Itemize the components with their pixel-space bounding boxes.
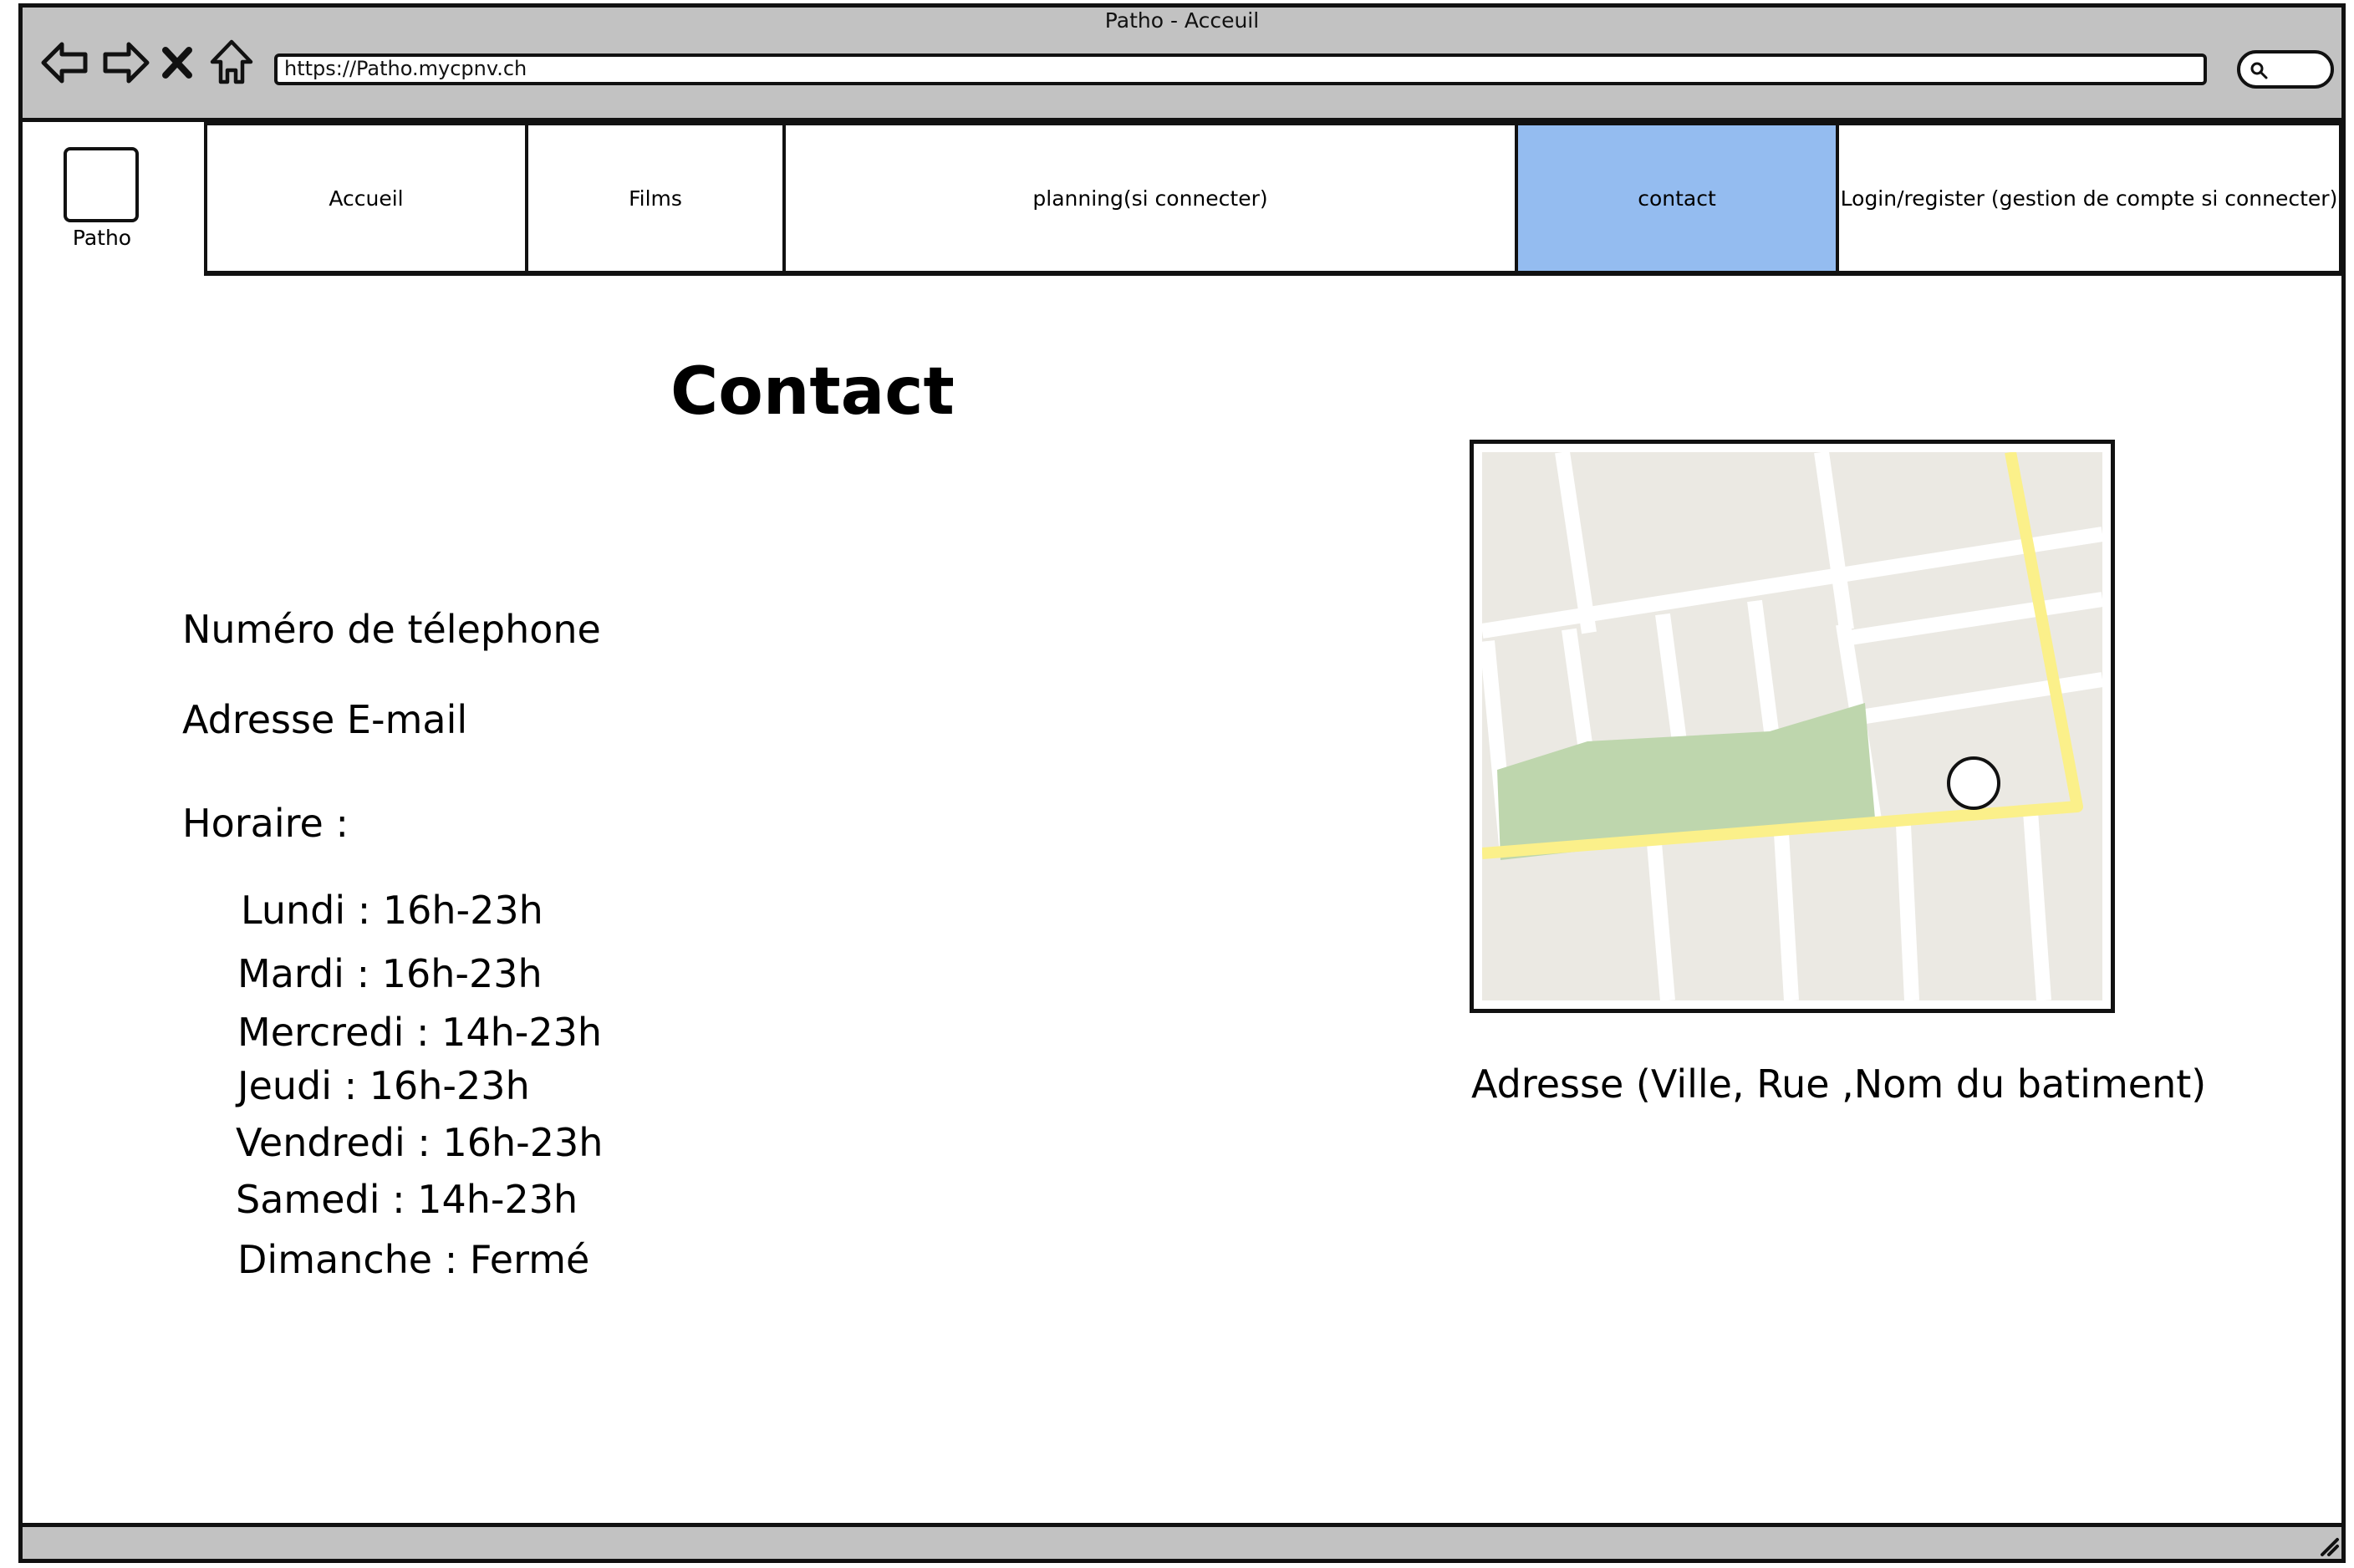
search-box[interactable]: [2237, 50, 2334, 89]
map-image: [1482, 452, 2102, 1000]
nav-item-label: contact: [1638, 186, 1716, 211]
schedule-item-lundi: Lundi : 16h-23h: [241, 888, 543, 933]
email-label: Adresse E-mail: [182, 697, 468, 742]
search-icon: [2250, 62, 2268, 79]
forward-arrow-icon[interactable]: [100, 37, 152, 89]
browser-statusbar: [18, 1523, 2346, 1563]
logo-image-placeholder[interactable]: [64, 147, 139, 222]
schedule-item-jeudi: Jeudi : 16h-23h: [237, 1063, 530, 1108]
back-arrow-icon[interactable]: [38, 37, 90, 89]
location-map[interactable]: [1470, 440, 2115, 1013]
nav-item-label: Accueil: [329, 186, 404, 211]
map-marker-icon[interactable]: [1947, 756, 2000, 810]
schedule-label: Horaire :: [182, 801, 349, 846]
schedule-item-dimanche: Dimanche : Fermé: [237, 1237, 590, 1282]
home-icon[interactable]: [206, 37, 257, 89]
schedule-item-samedi: Samedi : 14h-23h: [236, 1177, 578, 1222]
schedule-item-mercredi: Mercredi : 14h-23h: [237, 1010, 603, 1055]
nav-item-contact[interactable]: contact: [1518, 125, 1839, 271]
url-input[interactable]: https://Patho.mycpnv.ch: [274, 53, 2207, 85]
phone-label: Numéro de télephone: [182, 607, 601, 652]
nav-item-accueil[interactable]: Accueil: [207, 125, 528, 271]
main-nav: Accueil Films planning(si connecter) con…: [204, 122, 2342, 276]
logo-label: Patho: [72, 226, 132, 250]
nav-item-label: Films: [629, 186, 682, 211]
nav-item-login-register[interactable]: Login/register (gestion de compte si con…: [1839, 125, 2339, 271]
nav-item-label: planning(si connecter): [1032, 186, 1268, 211]
window-title: Patho - Acceuil: [1104, 8, 1260, 33]
resize-grip-icon[interactable]: [2317, 1535, 2341, 1558]
page-title: Contact: [670, 354, 955, 430]
nav-item-planning[interactable]: planning(si connecter): [786, 125, 1518, 271]
schedule-item-vendredi: Vendredi : 16h-23h: [236, 1120, 604, 1165]
address-label: Adresse (Ville, Rue ,Nom du batiment): [1471, 1061, 2207, 1107]
schedule-item-mardi: Mardi : 16h-23h: [237, 951, 543, 996]
nav-item-label: Login/register (gestion de compte si con…: [1840, 186, 2338, 211]
close-icon[interactable]: [159, 37, 196, 89]
nav-item-films[interactable]: Films: [528, 125, 786, 271]
